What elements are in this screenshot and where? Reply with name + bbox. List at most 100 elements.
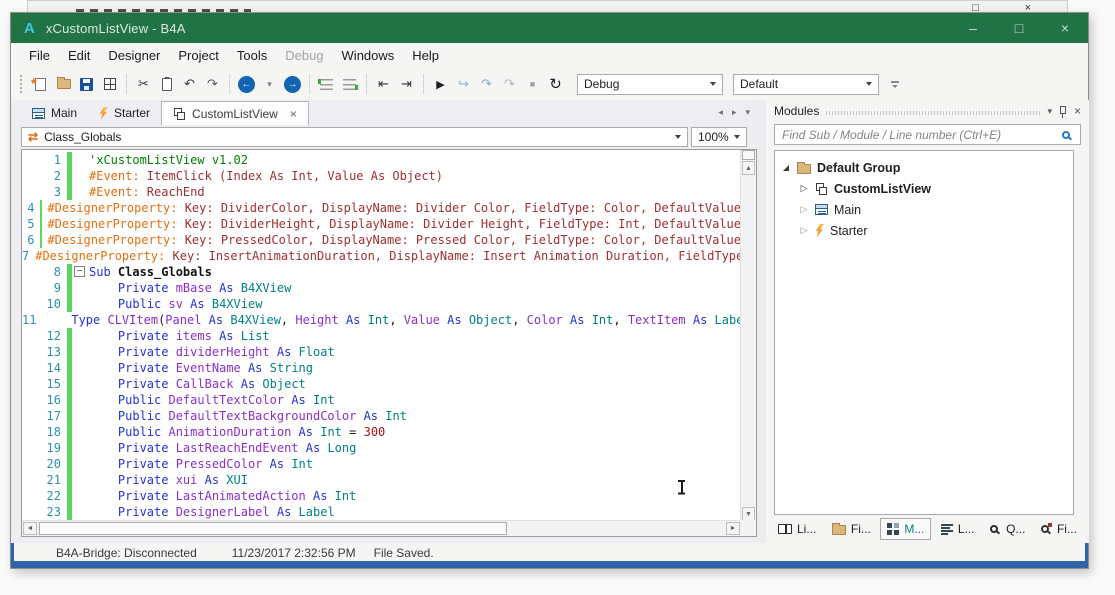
- collapse-icon[interactable]: −: [74, 266, 85, 277]
- scroll-down-icon[interactable]: ▼: [742, 507, 755, 521]
- panel-tab-l[interactable]: L...: [935, 519, 981, 539]
- code-line[interactable]: 7#DesignerProperty: Key: InsertAnimation…: [22, 248, 741, 264]
- code-line[interactable]: 8−Sub Class_Globals: [22, 264, 741, 280]
- tree-item-starter[interactable]: ▷Starter: [775, 220, 1073, 241]
- code-line[interactable]: 12 Private items As List: [22, 328, 741, 344]
- uncomment-icon[interactable]: [338, 72, 361, 96]
- horizontal-scroll-thumb[interactable]: [39, 522, 507, 535]
- scroll-up-icon[interactable]: ▲: [742, 161, 755, 175]
- new-project-icon[interactable]: [29, 72, 52, 96]
- menu-windows[interactable]: Windows: [333, 43, 404, 68]
- run-icon[interactable]: ▶: [429, 72, 452, 96]
- modules-search-input[interactable]: Find Sub / Module / Line number (Ctrl+E): [774, 124, 1081, 145]
- tree-item-customlistview[interactable]: ▷CustomListView: [775, 178, 1073, 199]
- menu-debug[interactable]: Debug: [276, 43, 332, 68]
- code-line[interactable]: 16 Public DefaultTextColor As Int: [22, 392, 741, 408]
- panel-tab-m[interactable]: M...: [880, 518, 931, 540]
- code-line[interactable]: 6#DesignerProperty: Key: PressedColor, D…: [22, 232, 741, 248]
- step-out-icon[interactable]: ↷: [498, 72, 521, 96]
- code-line[interactable]: 4#DesignerProperty: Key: DividerColor, D…: [22, 200, 741, 216]
- close-tab-icon[interactable]: ×: [290, 107, 297, 121]
- code-line[interactable]: 1'xCustomListView v1.02: [22, 152, 741, 168]
- paste-icon[interactable]: [155, 72, 178, 96]
- scroll-left-icon[interactable]: ◄: [23, 522, 37, 535]
- maximize-button[interactable]: □: [996, 13, 1042, 43]
- package-icon[interactable]: [98, 72, 121, 96]
- collapsed-arrow-icon[interactable]: ▷: [799, 225, 809, 236]
- code-line[interactable]: 13 Private dividerHeight As Float: [22, 344, 741, 360]
- menu-tools[interactable]: Tools: [228, 43, 276, 68]
- code-line[interactable]: 3#Event: ReachEnd: [22, 184, 741, 200]
- code-line[interactable]: 21 Private xui As XUI: [22, 472, 741, 488]
- panel-tab-q[interactable]: Q...: [984, 519, 1031, 539]
- code-line[interactable]: 9 Private mBase As B4XView: [22, 280, 741, 296]
- tab-customlistview[interactable]: CustomListView×: [161, 101, 309, 125]
- collapsed-arrow-icon[interactable]: ▷: [799, 204, 809, 215]
- navigate-forward-icon[interactable]: →: [281, 72, 304, 96]
- code-line[interactable]: 5#DesignerProperty: Key: DividerHeight, …: [22, 216, 741, 232]
- horizontal-scrollbar[interactable]: ◄ ►: [22, 520, 741, 536]
- tab-list-dropdown-icon[interactable]: ▾: [745, 107, 750, 118]
- tab-starter[interactable]: Starter: [88, 101, 161, 125]
- close-button[interactable]: ×: [1042, 13, 1088, 43]
- scroll-right-icon[interactable]: ►: [726, 522, 740, 535]
- toolbar-overflow-icon[interactable]: [891, 81, 899, 88]
- splitter-handle[interactable]: [742, 150, 755, 160]
- code-line[interactable]: 20 Private PressedColor As Int: [22, 456, 741, 472]
- expanded-arrow-icon[interactable]: [781, 165, 791, 171]
- code-line[interactable]: 19 Private LastReachEndEvent As Long: [22, 440, 741, 456]
- tab-scroll-left-icon[interactable]: ◂: [718, 107, 723, 118]
- code-text: Private LastReachEndEvent As Long: [89, 440, 356, 456]
- outdent-icon[interactable]: ⇤: [372, 72, 395, 96]
- tab-main[interactable]: Main: [21, 101, 88, 125]
- pin-icon[interactable]: [1059, 105, 1067, 118]
- tree-item-default-group[interactable]: Default Group: [775, 157, 1073, 178]
- redo-icon[interactable]: ↷: [201, 72, 224, 96]
- back-history-dropdown-icon[interactable]: ▾: [258, 72, 281, 96]
- search-icon[interactable]: [1062, 131, 1070, 139]
- code-line[interactable]: 18 Public AnimationDuration As Int = 300: [22, 424, 741, 440]
- panel-tab-fi[interactable]: Fi...: [1035, 519, 1083, 539]
- open-project-icon[interactable]: [52, 72, 75, 96]
- navigate-back-icon[interactable]: ←: [235, 72, 258, 96]
- panel-tab-fi[interactable]: Fi...: [826, 519, 877, 539]
- menu-file[interactable]: File: [20, 43, 59, 68]
- menu-project[interactable]: Project: [169, 43, 227, 68]
- panel-splitter[interactable]: [758, 100, 766, 543]
- tab-scroll-right-icon[interactable]: ▸: [732, 107, 737, 118]
- code-line[interactable]: 17 Public DefaultTextBackgroundColor As …: [22, 408, 741, 424]
- code-editor[interactable]: 1'xCustomListView v1.022#Event: ItemClic…: [21, 149, 757, 537]
- stop-icon[interactable]: ■: [521, 72, 544, 96]
- code-line[interactable]: 2#Event: ItemClick (Index As Int, Value …: [22, 168, 741, 184]
- sub-selector-combo[interactable]: ⇄ Class_Globals: [21, 127, 688, 147]
- code-area[interactable]: 1'xCustomListView v1.022#Event: ItemClic…: [22, 150, 741, 521]
- cut-icon[interactable]: ✂: [132, 72, 155, 96]
- code-line[interactable]: 22 Private LastAnimatedAction As Int: [22, 488, 741, 504]
- menu-help[interactable]: Help: [403, 43, 448, 68]
- panel-tab-li[interactable]: Li...: [772, 519, 822, 539]
- save-icon[interactable]: [75, 72, 98, 96]
- panel-menu-dropdown-icon[interactable]: ▾: [1047, 106, 1052, 117]
- debug-mode-combo[interactable]: Debug: [577, 74, 723, 95]
- vertical-scrollbar[interactable]: ▲ ▼: [740, 150, 756, 521]
- zoom-combo[interactable]: 100%: [691, 127, 747, 147]
- minimize-button[interactable]: –: [950, 13, 996, 43]
- tree-item-main[interactable]: ▷Main: [775, 199, 1073, 220]
- panel-close-icon[interactable]: ×: [1074, 104, 1081, 118]
- code-line[interactable]: 23 Private DesignerLabel As Label: [22, 504, 741, 520]
- comment-icon[interactable]: [315, 72, 338, 96]
- code-line[interactable]: 11 Type CLVItem(Panel As B4XView, Height…: [22, 312, 741, 328]
- step-over-icon[interactable]: ↷: [475, 72, 498, 96]
- fold-margin: [72, 152, 89, 168]
- indent-icon[interactable]: ⇥: [395, 72, 418, 96]
- undo-icon[interactable]: ↶: [178, 72, 201, 96]
- code-line[interactable]: 15 Private CallBack As Object: [22, 376, 741, 392]
- code-line[interactable]: 10 Public sv As B4XView: [22, 296, 741, 312]
- menu-edit[interactable]: Edit: [59, 43, 99, 68]
- menu-designer[interactable]: Designer: [99, 43, 169, 68]
- build-config-combo[interactable]: Default: [733, 74, 879, 95]
- collapsed-arrow-icon[interactable]: ▷: [799, 183, 809, 194]
- step-into-icon[interactable]: ↪: [452, 72, 475, 96]
- code-line[interactable]: 14 Private EventName As String: [22, 360, 741, 376]
- restart-icon[interactable]: ↻: [544, 72, 567, 96]
